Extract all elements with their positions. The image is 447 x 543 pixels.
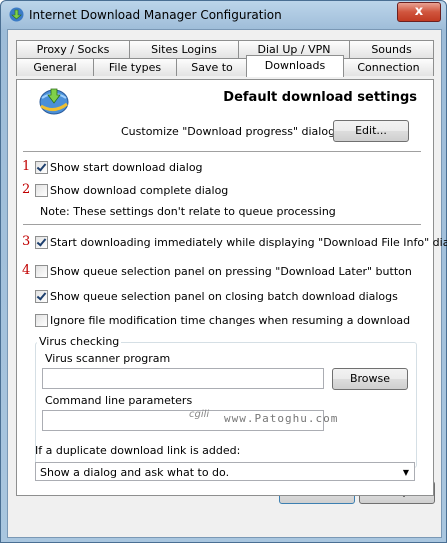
downloads-tab-panel: Default download settings Customize "Dow… (16, 79, 447, 496)
tab-label: File types (108, 61, 162, 74)
tab-label: Downloads (264, 59, 326, 72)
tab-label: General (33, 61, 77, 74)
command-line-label: Command line parameters (45, 394, 193, 407)
browse-button[interactable]: Browse (332, 368, 408, 390)
separator (23, 224, 421, 226)
queue-panel-batch-checkbox[interactable] (35, 290, 48, 303)
marker-number: 4 (22, 263, 31, 278)
browse-button-label: Browse (349, 372, 391, 385)
tab-file-types[interactable]: File types (93, 58, 177, 76)
watermark-text: www.Patoghu.com (224, 412, 339, 425)
edit-button[interactable]: Edit... (333, 120, 409, 142)
tab-downloads[interactable]: Downloads (246, 55, 344, 77)
title-bar[interactable]: Internet Download Manager Configuration … (1, 1, 446, 29)
show-start-dialog-checkbox[interactable] (35, 161, 48, 174)
queue-note: Note: These settings don't relate to que… (40, 205, 336, 218)
virus-checking-group-label: Virus checking (37, 335, 122, 348)
close-icon: x (414, 4, 424, 19)
duplicate-action-value: Show a dialog and ask what to do. (40, 466, 230, 479)
duplicate-action-dropdown[interactable]: Show a dialog and ask what to do. ▼ (35, 462, 415, 481)
show-start-dialog-label[interactable]: Show start download dialog (50, 161, 203, 174)
queue-panel-later-label[interactable]: Show queue selection panel on pressing "… (50, 265, 412, 278)
idm-app-icon (9, 7, 24, 22)
queue-panel-batch-label[interactable]: Show queue selection panel on closing ba… (50, 290, 398, 303)
marker-number: 3 (22, 234, 31, 249)
queue-panel-later-checkbox[interactable] (35, 265, 48, 278)
tab-label: Sites Logins (151, 43, 217, 56)
idm-config-window: Internet Download Manager Configuration … (0, 0, 447, 543)
virus-scanner-input[interactable] (42, 368, 324, 389)
marker-number: 2 (22, 182, 31, 197)
page-title: Default download settings (223, 90, 417, 105)
tab-connection[interactable]: Connection (343, 58, 434, 76)
edit-button-label: Edit... (355, 124, 387, 137)
watermark-logo: cgili (189, 409, 210, 420)
tab-label: Proxy / Socks (36, 43, 110, 56)
start-immediately-label[interactable]: Start downloading immediately while disp… (50, 236, 447, 249)
start-immediately-checkbox[interactable] (35, 236, 48, 249)
tab-sounds[interactable]: Sounds (349, 40, 434, 58)
ignore-mod-time-checkbox[interactable] (35, 314, 48, 327)
separator (23, 151, 421, 153)
marker-number: 1 (22, 159, 31, 174)
show-complete-dialog-label[interactable]: Show download complete dialog (50, 184, 228, 197)
tab-label: Connection (357, 61, 420, 74)
tab-label: Save to (191, 61, 233, 74)
virus-scanner-label: Virus scanner program (45, 352, 171, 365)
close-button[interactable]: x (397, 2, 441, 22)
tab-proxy-socks[interactable]: Proxy / Socks (16, 40, 130, 58)
ignore-mod-time-label[interactable]: Ignore file modification time changes wh… (50, 314, 410, 327)
customize-progress-label: Customize "Download progress" dialog (121, 125, 336, 138)
tab-label: Sounds (371, 43, 412, 56)
dialog-client-area: Proxy / Socks Sites Logins Dial Up / VPN… (7, 29, 447, 538)
tab-save-to[interactable]: Save to (176, 58, 248, 76)
window-title: Internet Download Manager Configuration (29, 8, 282, 22)
tab-general[interactable]: General (16, 58, 94, 76)
chevron-down-icon: ▼ (402, 468, 409, 477)
tab-sites-logins[interactable]: Sites Logins (129, 40, 239, 58)
idm-globe-icon (39, 88, 69, 115)
duplicate-link-label: If a duplicate download link is added: (35, 444, 241, 457)
show-complete-dialog-checkbox[interactable] (35, 184, 48, 197)
